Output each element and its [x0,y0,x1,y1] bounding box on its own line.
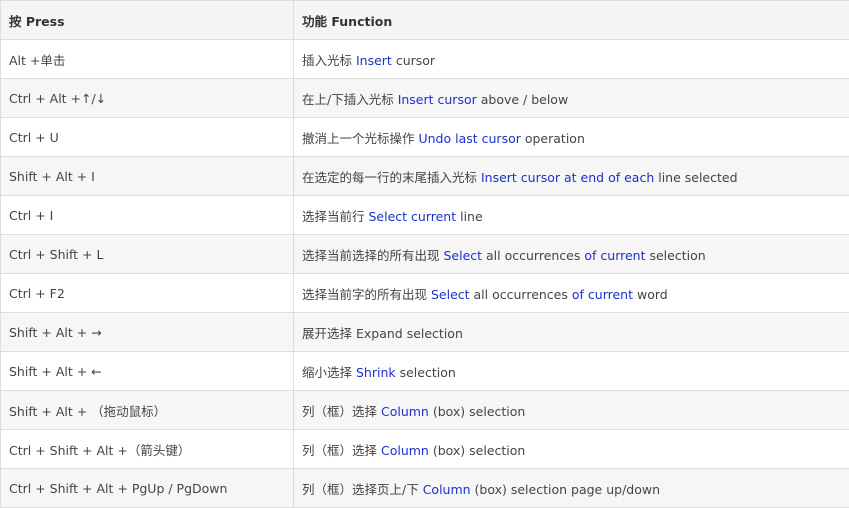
function-highlight-text: Select current [368,209,456,224]
function-text: selection [646,248,706,263]
function-text: line [456,209,483,224]
shortcut-keys-cell: Alt +单击 [1,40,294,79]
shortcut-keys-cell: Ctrl + Shift + L [1,235,294,274]
function-text: 列（框）选择页上/下 [302,482,423,497]
shortcut-function-cell: 列（框）选择 Column (box) selection [294,391,849,430]
function-text: 在选定的每一行的末尾插入光标 [302,170,481,185]
function-text: 在上/下插入光标 [302,92,398,107]
function-text: operation [521,131,585,146]
function-text: line selected [654,170,737,185]
function-highlight-text: of current [584,248,645,263]
table-header-row: 按 Press 功能 Function [1,1,849,40]
function-text: all occurrences [482,248,584,263]
function-highlight-text: Undo last cursor [418,131,520,146]
shortcut-function-cell: 在上/下插入光标 Insert cursor above / below [294,79,849,118]
shortcut-function-cell: 选择当前行 Select current line [294,196,849,235]
shortcut-keys-cell: Ctrl + Alt +↑/↓ [1,79,294,118]
shortcuts-table: 按 Press 功能 Function Alt +单击插入光标 Insert c… [0,0,849,508]
shortcut-keys-cell: Shift + Alt + → [1,313,294,352]
function-highlight-text: Select [443,248,482,263]
function-text: selection [396,365,456,380]
function-highlight-text: Column [423,482,471,497]
shortcut-function-cell: 选择当前选择的所有出现 Select all occurrences of cu… [294,235,849,274]
function-text: cursor [392,53,435,68]
shortcut-function-cell: 选择当前字的所有出现 Select all occurrences of cur… [294,274,849,313]
function-text: 选择当前行 [302,209,368,224]
table-row: Shift + Alt + → 展开选择 Expand selection [1,313,849,352]
table-row: Ctrl + Shift + L选择当前选择的所有出现 Select all o… [1,235,849,274]
table-row: Shift + Alt + ←缩小选择 Shrink selection [1,352,849,391]
function-text: 选择当前选择的所有出现 [302,248,443,263]
function-text: 选择当前字的所有出现 [302,287,431,302]
shortcut-keys-cell: Ctrl + U [1,118,294,157]
table-row: Ctrl + Shift + Alt + PgUp / PgDown列（框）选择… [1,469,849,508]
shortcut-keys-cell: Ctrl + I [1,196,294,235]
table-row: Ctrl + Shift + Alt +（箭头键）列（框）选择 Column (… [1,430,849,469]
function-highlight-text: of current [572,287,633,302]
table-row: Ctrl + F2选择当前字的所有出现 Select all occurrenc… [1,274,849,313]
table-row: Ctrl + I选择当前行 Select current line [1,196,849,235]
function-highlight-text: Insert cursor at end of each [481,170,654,185]
shortcut-function-cell: 在选定的每一行的末尾插入光标 Insert cursor at end of e… [294,157,849,196]
function-text: above / below [477,92,568,107]
function-text: (box) selection [429,404,525,419]
shortcut-keys-cell: Ctrl + Shift + Alt +（箭头键） [1,430,294,469]
shortcut-function-cell: 缩小选择 Shrink selection [294,352,849,391]
function-text: word [633,287,668,302]
shortcut-keys-cell: Shift + Alt + ← [1,352,294,391]
function-text: 缩小选择 [302,365,356,380]
shortcut-keys-cell: Shift + Alt + （拖动鼠标） [1,391,294,430]
function-highlight-text: Shrink [356,365,396,380]
function-text: 列（框）选择 [302,443,381,458]
function-highlight-text: Select [431,287,470,302]
column-header-press: 按 Press [1,1,294,40]
function-text: 列（框）选择 [302,404,381,419]
column-header-function: 功能 Function [294,1,849,40]
function-highlight-text: Column [381,443,429,458]
shortcut-keys-cell: Ctrl + Shift + Alt + PgUp / PgDown [1,469,294,508]
shortcut-function-cell: 插入光标 Insert cursor [294,40,849,79]
shortcut-keys-cell: Shift + Alt + I [1,157,294,196]
table-row: Shift + Alt + （拖动鼠标）列（框）选择 Column (box) … [1,391,849,430]
function-text: 撤消上一个光标操作 [302,131,418,146]
function-highlight-text: Insert cursor [398,92,477,107]
function-text: 插入光标 [302,53,356,68]
shortcut-keys-cell: Ctrl + F2 [1,274,294,313]
table-body: Alt +单击插入光标 Insert cursorCtrl + Alt +↑/↓… [1,40,849,508]
table-row: Shift + Alt + I在选定的每一行的末尾插入光标 Insert cur… [1,157,849,196]
function-highlight-text: Insert [356,53,392,68]
table-row: Ctrl + U撤消上一个光标操作 Undo last cursor opera… [1,118,849,157]
function-text: all occurrences [470,287,572,302]
shortcut-function-cell: 撤消上一个光标操作 Undo last cursor operation [294,118,849,157]
function-text: (box) selection [429,443,525,458]
shortcut-function-cell: 列（框）选择页上/下 Column (box) selection page u… [294,469,849,508]
function-text: 展开选择 Expand selection [302,326,463,341]
shortcut-function-cell: 列（框）选择 Column (box) selection [294,430,849,469]
function-text: (box) selection page up/down [471,482,660,497]
function-highlight-text: Column [381,404,429,419]
table-row: Alt +单击插入光标 Insert cursor [1,40,849,79]
table-row: Ctrl + Alt +↑/↓在上/下插入光标 Insert cursor ab… [1,79,849,118]
shortcut-function-cell: 展开选择 Expand selection [294,313,849,352]
